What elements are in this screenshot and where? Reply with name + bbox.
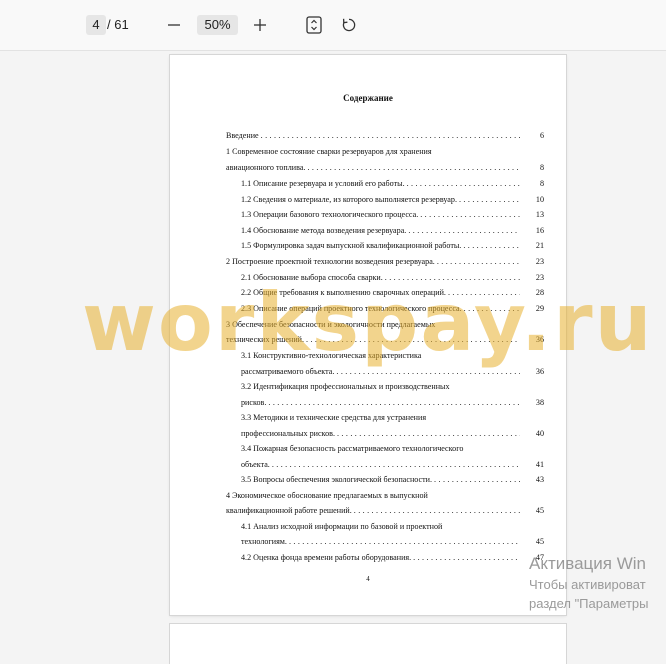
zoom-in-button[interactable] [249,14,271,36]
toc-entry-text: 3.5 Вопросы обеспечения экологической бе… [241,475,433,484]
plus-icon [254,19,266,31]
toc-entry-text: 1.4 Обоснование метода возведения резерв… [241,226,407,235]
activation-line: Чтобы активироват [529,577,646,592]
toc-entry-text: 2.1 Обоснование выбора способа сварки. [241,273,383,282]
pdf-toolbar: 4 / 61 50% [0,0,666,51]
toc-entry[interactable]: 3.2 Идентификация профессиональных и про… [241,381,544,392]
toc-entry-page: 45 [535,537,544,546]
document-page: Содержание Введение 6 1 Современное состо… [170,55,566,615]
toc-entry[interactable]: 1.5 Формулировка задач выпускной квалифи… [241,240,544,251]
toc-entry[interactable]: 2 Построение проектной технологии возвед… [226,256,544,267]
toc-entry-text: технических решений. [226,335,305,344]
toc-entry[interactable]: рассматриваемого объекта. 36 [241,366,544,377]
minus-icon [168,24,180,26]
toc-entry[interactable]: 3.1 Конструктивно-технологическая характ… [241,350,544,361]
rotate-icon [342,18,356,32]
toc-entry-page: 36 [535,335,544,344]
toc-entry-page: 23 [535,257,544,266]
page-total: / 61 [107,17,129,32]
toc-entry-text: 1.2 Сведения о материале, из которого вы… [241,195,457,204]
next-document-page [170,624,566,664]
toc-entry[interactable]: технических решений. 36 [226,334,544,345]
zoom-level[interactable]: 50% [197,15,238,35]
toc-entry[interactable]: 1.1 Описание резервуара и условий его ра… [241,178,544,189]
toc-entry-text: 1.5 Формулировка задач выпускной квалифи… [241,241,462,250]
toc-entry[interactable]: 4 Экономическое обоснование предлагаемых… [226,490,544,501]
toc-entry-text: 1.3 Операции базового технологического п… [241,210,419,219]
toc-entry-page: 16 [535,226,544,235]
toc-entry[interactable]: квалификационной работе решений. 45 [226,505,544,516]
toc-entry-page: 43 [535,475,544,484]
toc-entry[interactable]: 2.2 Общие требования к выполнению свароч… [241,287,544,298]
toc-entry-text: квалификационной работе решений. [226,506,352,515]
page-footer-number: 4 [366,575,370,583]
toc-entry[interactable]: технологиям. 45 [241,536,544,547]
toc-entry-text: 2.2 Общие требования к выполнению свароч… [241,288,446,297]
zoom-out-button[interactable] [163,14,185,36]
toc-entry-text: рисков. [241,398,267,407]
toc-entry-text: 1.1 Описание резервуара и условий его ра… [241,179,405,188]
toc-entry-page: 41 [535,460,544,469]
toc-entry[interactable]: 3.3 Методики и технические средства для … [241,412,544,423]
toc-entry[interactable]: 4.1 Анализ исходной информации по базово… [241,521,544,532]
toc-entry-text: авиационного топлива. [226,163,306,172]
toc-entry[interactable]: 1 Современное состояние сварки резервуар… [226,146,544,157]
toc-entry[interactable]: 1.2 Сведения о материале, из которого вы… [241,194,544,205]
activation-line: раздел "Параметры [529,596,649,611]
toc-entry-page: 45 [535,506,544,515]
toc-entry-text: 4.2 Оценка фонда времени работы оборудов… [241,553,412,562]
toc-entry[interactable]: 4.2 Оценка фонда времени работы оборудов… [241,552,544,563]
toc-entry[interactable]: 1.3 Операции базового технологического п… [241,209,544,220]
toc-entry-text: объекта. [241,460,270,469]
toc-entry-page: 29 [535,304,544,313]
toc-entry[interactable]: профессиональных рисков. 40 [241,428,544,439]
toc-entry-page: 8 [539,163,544,172]
toc-entry-text: 2 Построение проектной технологии возвед… [226,257,435,266]
toc-entry-page: 38 [535,398,544,407]
toc-entry-page: 8 [539,179,544,188]
activation-title: Активация Win [529,554,646,573]
toc-entry-page: 10 [535,195,544,204]
windows-activation-notice: Активация Win Чтобы активироват раздел "… [529,553,648,613]
toc-title: Содержание [343,93,393,103]
toc-entry-page: 13 [535,210,544,219]
page-number-input[interactable]: 4 [86,15,106,35]
toc-entry-text: профессиональных рисков. [241,429,335,438]
toc-entry-page: 21 [535,241,544,250]
toc-entry[interactable]: объекта. 41 [241,459,544,470]
toc-entry[interactable]: рисков. 38 [241,397,544,408]
toc-entry[interactable]: 3 Обеспечение безопасности и экологичнос… [226,319,544,330]
toc-entry[interactable]: 3.4 Пожарная безопасность рассматриваемо… [241,443,544,454]
toc-entry-page: 28 [535,288,544,297]
fit-page-icon [306,16,322,34]
toc-entry-page: 6 [539,131,544,140]
toc-entry-text: Введение [226,131,259,140]
toc-entry[interactable]: 2.3 Описание операций проектного техноло… [241,303,544,314]
fit-page-button[interactable] [303,14,325,36]
rotate-button[interactable] [338,14,360,36]
toc-entry-text: рассматриваемого объекта. [241,367,335,376]
toc-entry-page: 40 [535,429,544,438]
toc-entry[interactable]: 2.1 Обоснование выбора способа сварки. 23 [241,272,544,283]
toc-entry-text: 2.3 Описание операций проектного техноло… [241,304,462,313]
toc-entry-page: 36 [535,367,544,376]
toc-entry-text: технологиям. [241,537,287,546]
toc-entry-page: 23 [535,273,544,282]
toc-entry[interactable]: Введение 6 [226,130,544,141]
toc-entry[interactable]: 3.5 Вопросы обеспечения экологической бе… [241,474,544,485]
toc-entry[interactable]: авиационного топлива. 8 [226,162,544,173]
toc-entry[interactable]: 1.4 Обоснование метода возведения резерв… [241,225,544,236]
